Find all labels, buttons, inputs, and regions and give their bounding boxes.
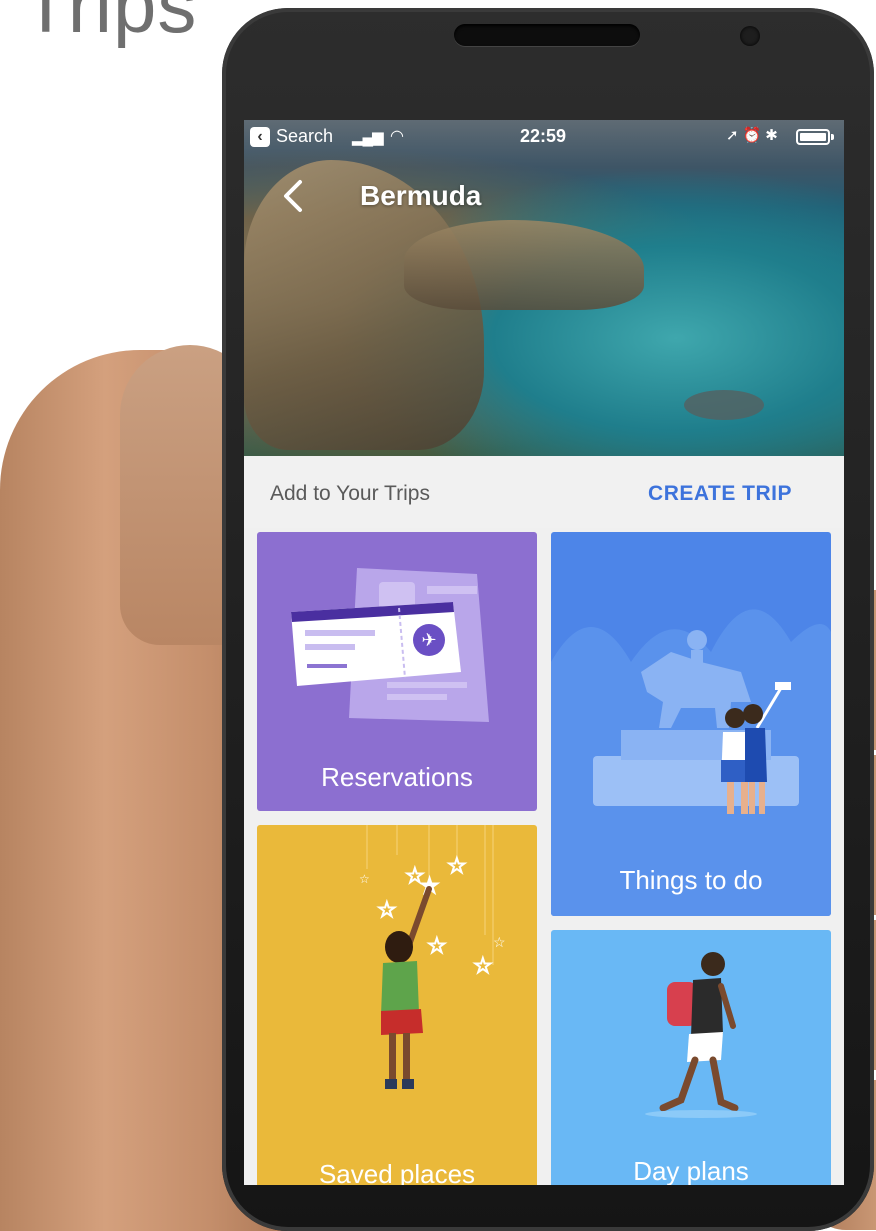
signal-icon: ▂▄▆	[352, 129, 384, 146]
svg-text:☆: ☆	[493, 934, 506, 950]
page-title: Trips	[22, 0, 198, 49]
battery-icon	[796, 129, 830, 145]
wifi-icon: ◠	[390, 128, 404, 145]
walking-hiker-illustration	[645, 952, 757, 1118]
reservations-label: Reservations	[321, 762, 473, 792]
status-time: 22:59	[520, 126, 567, 146]
destination-title: Bermuda	[360, 180, 482, 211]
svg-text:☆: ☆	[377, 897, 397, 922]
back-to-app-label[interactable]: Search	[276, 126, 333, 147]
battery-tip	[831, 134, 834, 140]
hero-image-bermuda-coast: ‹ Search ▂▄▆ ◠ 22:59 ➚⏰✱ Bermuda	[244, 120, 844, 456]
day-plans-label: Day plans	[633, 1156, 749, 1185]
back-arrow-icon[interactable]	[280, 178, 308, 214]
day-plans-card[interactable]: Day plans	[551, 930, 831, 1185]
saved-places-card[interactable]: ☆ ☆ ☆ ☆ ☆ ★ ☆ ☆ Saved places	[257, 825, 537, 1185]
phone-speaker	[454, 24, 640, 46]
reservations-card[interactable]: ✈ Reservations	[257, 532, 537, 811]
things-to-do-label: Things to do	[619, 865, 763, 895]
saved-places-label: Saved places	[318, 1159, 476, 1185]
svg-text:☆: ☆	[447, 853, 467, 878]
phone-screen: ‹ Search ▂▄▆ ◠ 22:59 ➚⏰✱ Bermuda Add to …	[244, 120, 844, 1185]
star-reaching-illustration: ☆ ☆ ☆ ☆ ☆ ★ ☆ ☆	[359, 825, 506, 1089]
hero-rock	[684, 390, 764, 420]
create-trip-button[interactable]: CREATE TRIP	[648, 482, 792, 506]
hero-rock	[404, 220, 644, 310]
status-bar: ‹ Search ▂▄▆ ◠ 22:59 ➚⏰✱	[244, 120, 844, 154]
add-to-trips-label: Add to Your Trips	[270, 482, 430, 505]
svg-text:☆: ☆	[473, 953, 493, 978]
statue-selfie-illustration	[551, 609, 831, 916]
status-icons: ➚⏰✱	[726, 127, 782, 144]
svg-text:✈: ✈	[421, 630, 436, 650]
back-to-app-icon[interactable]: ‹	[250, 127, 270, 147]
phone-camera	[740, 26, 760, 46]
svg-text:☆: ☆	[427, 933, 447, 958]
svg-text:☆: ☆	[359, 872, 370, 886]
add-to-trips-row: Add to Your Trips CREATE TRIP	[244, 456, 844, 528]
things-to-do-card[interactable]: Things to do	[551, 532, 831, 916]
